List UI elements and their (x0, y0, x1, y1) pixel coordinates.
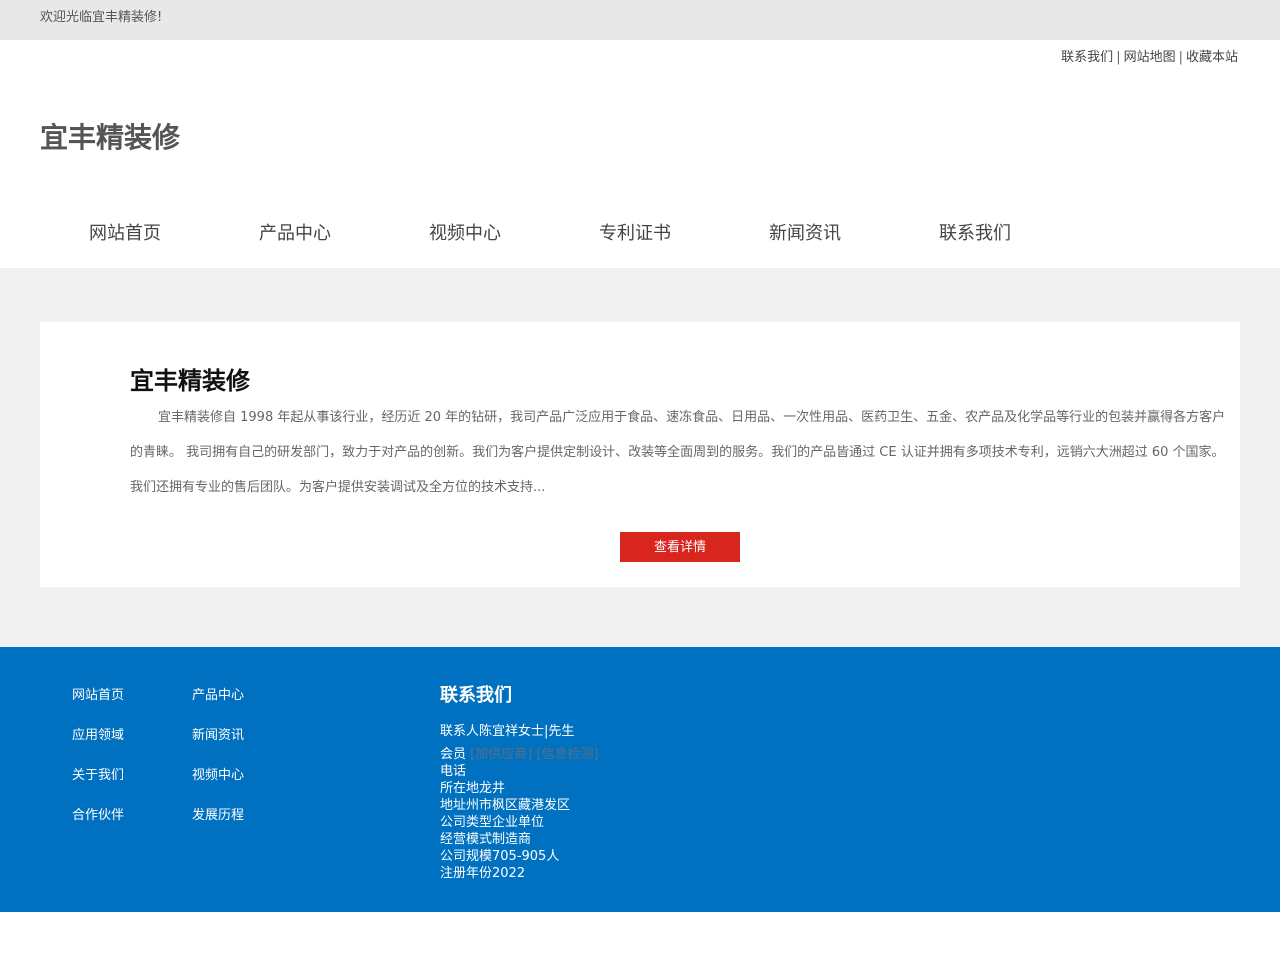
nav-item-products[interactable]: 产品中心 (259, 220, 331, 248)
contact-business-mode: 经营模式制造商 (440, 832, 532, 847)
member-label: 会员 (440, 747, 467, 762)
view-details-button[interactable]: 查看详情 (620, 532, 740, 562)
welcome-text: 欢迎光临宜丰精装修! (40, 10, 163, 25)
contact-reg-year: 注册年份2022 (440, 866, 526, 881)
contact-person: 联系人陈宜祥女士|先生 (440, 724, 575, 739)
top-link-sitemap[interactable]: 网站地图 (1124, 50, 1176, 65)
nav-item-contact[interactable]: 联系我们 (939, 220, 1011, 248)
separator: | (1178, 50, 1183, 65)
contact-company-type: 公司类型企业单位 (440, 815, 545, 830)
intro-text: 宜丰精装修自 1998 年起从事该行业，经历近 20 年的钻研，我司产品广泛应用… (130, 410, 1226, 495)
nav-item-patents[interactable]: 专利证书 (599, 220, 671, 248)
footer-link-home[interactable]: 网站首页 (72, 688, 124, 704)
footer: 网站首页 应用领域 关于我们 合作伙伴 产品中心 新闻资讯 视频中心 发展历程 … (0, 647, 1280, 912)
intro-card: 宜丰精装修 宜丰精装修自 1998 年起从事该行业，经历近 20 年的钻研，我司… (40, 322, 1240, 587)
footer-link-history[interactable]: 发展历程 (192, 808, 244, 824)
contact-location: 所在地龙井 (440, 781, 506, 796)
nav-item-videos[interactable]: 视频中心 (429, 220, 501, 248)
contact-address: 地址州市枫区藏港发区 (440, 798, 571, 813)
contact-title: 联系我们 (440, 685, 512, 706)
footer-link-videos[interactable]: 视频中心 (192, 768, 244, 784)
top-links: 联系我们 | 网站地图 | 收藏本站 (1061, 50, 1238, 66)
nav-item-news[interactable]: 新闻资讯 (769, 220, 841, 248)
site-logo[interactable]: 宜丰精装修 (40, 120, 180, 156)
separator: | (1116, 50, 1121, 65)
contact-phone: 电话 (440, 764, 467, 779)
footer-link-partners[interactable]: 合作伙伴 (72, 808, 124, 824)
contact-company-size: 公司规模705-905人 (440, 849, 560, 864)
top-link-bookmark[interactable]: 收藏本站 (1186, 50, 1238, 65)
contact-member-row: 会员 [加供应商] [信息检测] (440, 746, 599, 763)
footer-link-about[interactable]: 关于我们 (72, 768, 124, 784)
footer-link-applications[interactable]: 应用领域 (72, 728, 124, 744)
top-bar: 欢迎光临宜丰精装修! (0, 0, 1280, 40)
footer-link-news[interactable]: 新闻资讯 (192, 728, 244, 744)
top-link-contact[interactable]: 联系我们 (1061, 50, 1113, 65)
nav-item-home[interactable]: 网站首页 (89, 220, 161, 248)
footer-link-products[interactable]: 产品中心 (192, 688, 244, 704)
member-value[interactable]: [加供应商] [信息检测] (470, 747, 598, 762)
intro-title: 宜丰精装修 (130, 367, 250, 395)
contact-info: 联系人陈宜祥女士|先生 会员 [加供应商] [信息检测] 电话 所在地龙井 地址… (440, 723, 599, 882)
